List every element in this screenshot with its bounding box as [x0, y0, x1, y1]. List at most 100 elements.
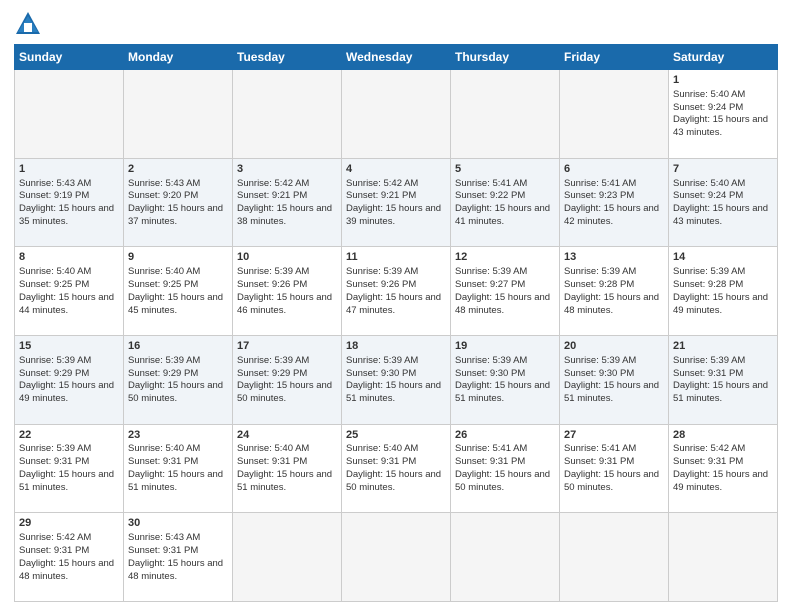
sunset: Sunset: 9:31 PM [564, 456, 634, 467]
sunrise: Sunrise: 5:39 AM [19, 355, 91, 366]
day-number: 30 [128, 516, 228, 531]
day-header-thursday: Thursday [451, 45, 560, 70]
sunrise: Sunrise: 5:39 AM [455, 266, 527, 277]
daylight: Daylight: 15 hours and 42 minutes. [564, 203, 659, 227]
calendar-cell [233, 513, 342, 602]
sunrise: Sunrise: 5:40 AM [128, 443, 200, 454]
calendar-cell [342, 70, 451, 159]
calendar-cell: 20Sunrise: 5:39 AMSunset: 9:30 PMDayligh… [560, 335, 669, 424]
day-number: 19 [455, 339, 555, 354]
day-number: 25 [346, 428, 446, 443]
daylight: Daylight: 15 hours and 50 minutes. [237, 380, 332, 404]
sunset: Sunset: 9:21 PM [346, 190, 416, 201]
daylight: Daylight: 15 hours and 51 minutes. [673, 380, 768, 404]
day-number: 10 [237, 250, 337, 265]
daylight: Daylight: 15 hours and 41 minutes. [455, 203, 550, 227]
calendar-cell: 12Sunrise: 5:39 AM Sunset: 9:27 PM Dayligh… [451, 247, 560, 336]
day-number: 8 [19, 250, 119, 265]
daylight: Daylight: 15 hours and 51 minutes. [19, 469, 114, 493]
sunrise: Sunrise: 5:39 AM [346, 266, 418, 277]
sunset: Sunset: 9:21 PM [237, 190, 307, 201]
day-number: 26 [455, 428, 555, 443]
sunrise: Sunrise: 5:39 AM [237, 355, 309, 366]
day-number: 20 [564, 339, 664, 354]
calendar-cell: 24Sunrise: 5:40 AMSunset: 9:31 PMDayligh… [233, 424, 342, 513]
sunset: Sunset: 9:24 PM [673, 102, 743, 113]
daylight: Daylight: 15 hours and 43 minutes. [673, 203, 768, 227]
sunrise: Sunrise: 5:41 AM [564, 178, 636, 189]
sunrise: Sunrise: 5:39 AM [128, 355, 200, 366]
day-number: 1 [673, 73, 773, 88]
daylight: Daylight: 15 hours and 50 minutes. [564, 469, 659, 493]
calendar-cell [124, 70, 233, 159]
sunrise: Sunrise: 5:40 AM [128, 266, 200, 277]
calendar-cell: 28Sunrise: 5:42 AMSunset: 9:31 PMDayligh… [669, 424, 778, 513]
day-number: 2 [128, 162, 228, 177]
calendar-cell: 27Sunrise: 5:41 AMSunset: 9:31 PMDayligh… [560, 424, 669, 513]
sunset: Sunset: 9:20 PM [128, 190, 198, 201]
daylight: Daylight: 15 hours and 35 minutes. [19, 203, 114, 227]
sunset: Sunset: 9:25 PM [128, 279, 198, 290]
day-header-monday: Monday [124, 45, 233, 70]
calendar-week-6: 29Sunrise: 5:42 AMSunset: 9:31 PMDayligh… [15, 513, 778, 602]
daylight: Daylight: 15 hours and 51 minutes. [564, 380, 659, 404]
day-number: 6 [564, 162, 664, 177]
sunrise: Sunrise: 5:39 AM [564, 266, 636, 277]
sunset: Sunset: 9:30 PM [564, 368, 634, 379]
sunset: Sunset: 9:19 PM [19, 190, 89, 201]
daylight: Daylight: 15 hours and 51 minutes. [346, 380, 441, 404]
day-number: 13 [564, 250, 664, 265]
calendar-cell: 3Sunrise: 5:42 AMSunset: 9:21 PMDaylight… [233, 158, 342, 247]
sunrise: Sunrise: 5:43 AM [128, 178, 200, 189]
day-number: 28 [673, 428, 773, 443]
calendar-cell: 25Sunrise: 5:40 AMSunset: 9:31 PMDayligh… [342, 424, 451, 513]
calendar-cell: 4Sunrise: 5:42 AMSunset: 9:21 PMDaylight… [342, 158, 451, 247]
calendar-header-row: SundayMondayTuesdayWednesdayThursdayFrid… [15, 45, 778, 70]
sunset: Sunset: 9:28 PM [564, 279, 634, 290]
page: SundayMondayTuesdayWednesdayThursdayFrid… [0, 0, 792, 612]
sunset: Sunset: 9:27 PM [455, 279, 525, 290]
sunset: Sunset: 9:30 PM [346, 368, 416, 379]
calendar-cell: 6Sunrise: 5:41 AMSunset: 9:23 PMDaylight… [560, 158, 669, 247]
daylight: Daylight: 15 hours and 43 minutes. [673, 114, 768, 138]
sunset: Sunset: 9:31 PM [346, 456, 416, 467]
daylight: Daylight: 15 hours and 39 minutes. [346, 203, 441, 227]
day-number: 17 [237, 339, 337, 354]
calendar-cell: 5Sunrise: 5:41 AMSunset: 9:22 PMDaylight… [451, 158, 560, 247]
sunrise: Sunrise: 5:42 AM [346, 178, 418, 189]
calendar-week-2: 1Sunrise: 5:43 AMSunset: 9:19 PMDaylight… [15, 158, 778, 247]
calendar-cell: 2Sunrise: 5:43 AMSunset: 9:20 PMDaylight… [124, 158, 233, 247]
day-number: 14 [673, 250, 773, 265]
sunrise: Sunrise: 5:39 AM [19, 443, 91, 454]
sunset: Sunset: 9:31 PM [19, 456, 89, 467]
sunrise: Sunrise: 5:43 AM [128, 532, 200, 543]
sunset: Sunset: 9:31 PM [128, 545, 198, 556]
sunset: Sunset: 9:29 PM [237, 368, 307, 379]
daylight: Daylight: 15 hours and 46 minutes. [237, 292, 332, 316]
daylight: Daylight: 15 hours and 51 minutes. [237, 469, 332, 493]
day-number: 22 [19, 428, 119, 443]
calendar-cell: 17Sunrise: 5:39 AM Sunset: 9:29 PMDayligh… [233, 335, 342, 424]
calendar-cell [233, 70, 342, 159]
daylight: Daylight: 15 hours and 48 minutes. [455, 292, 550, 316]
sunrise: Sunrise: 5:42 AM [19, 532, 91, 543]
calendar-cell: 14Sunrise: 5:39 AMSunset: 9:28 PMDayligh… [669, 247, 778, 336]
sunset: Sunset: 9:31 PM [455, 456, 525, 467]
sunset: Sunset: 9:31 PM [128, 456, 198, 467]
daylight: Daylight: 15 hours and 49 minutes. [673, 292, 768, 316]
sunset: Sunset: 9:29 PM [19, 368, 89, 379]
header [14, 10, 778, 38]
sunrise: Sunrise: 5:41 AM [455, 443, 527, 454]
calendar-cell: 26Sunrise: 5:41 AMSunset: 9:31 PMDayligh… [451, 424, 560, 513]
logo-icon [14, 10, 42, 38]
day-number: 3 [237, 162, 337, 177]
day-header-sunday: Sunday [15, 45, 124, 70]
calendar-week-3: 8 Sunrise: 5:40 AM Sunset: 9:25 PM Daylight… [15, 247, 778, 336]
calendar-cell [669, 513, 778, 602]
sunset: Sunset: 9:25 PM [19, 279, 89, 290]
sunset: Sunset: 9:24 PM [673, 190, 743, 201]
daylight: Daylight: 15 hours and 49 minutes. [673, 469, 768, 493]
day-number: 12 [455, 250, 555, 265]
day-header-wednesday: Wednesday [342, 45, 451, 70]
calendar-cell: 13Sunrise: 5:39 AMSunset: 9:28 PMDayligh… [560, 247, 669, 336]
